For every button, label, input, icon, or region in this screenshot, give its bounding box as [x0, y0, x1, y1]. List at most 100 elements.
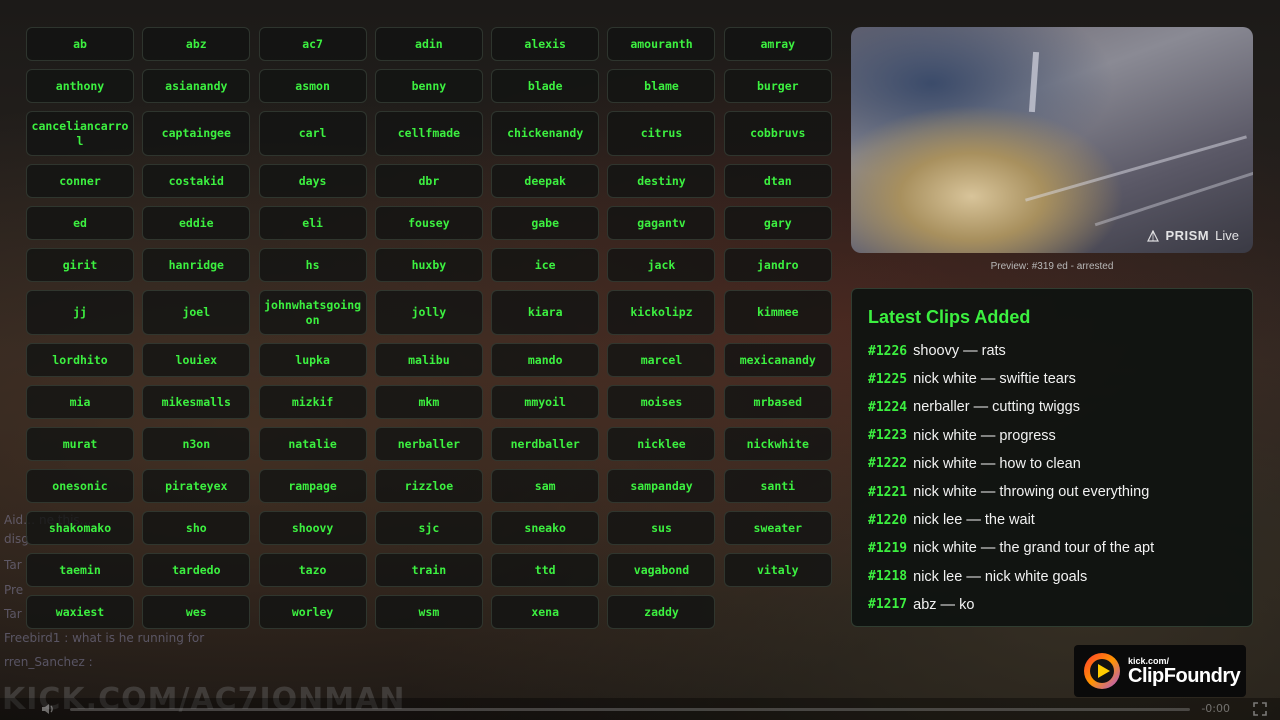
volume-icon[interactable]	[40, 701, 56, 717]
streamer-tile-chickenandy[interactable]: chickenandy	[491, 111, 600, 156]
streamer-tile-ed[interactable]: ed	[26, 206, 134, 240]
streamer-tile-pirateyex[interactable]: pirateyex	[142, 469, 251, 503]
streamer-tile-louiex[interactable]: louiex	[142, 343, 251, 377]
streamer-tile-nickwhite[interactable]: nickwhite	[723, 427, 832, 461]
streamer-tile-waxiest[interactable]: waxiest	[26, 595, 134, 629]
streamer-tile-sneako[interactable]: sneako	[491, 511, 600, 545]
streamer-tile-mrbased[interactable]: mrbased	[723, 385, 832, 419]
streamer-tile-destiny[interactable]: destiny	[607, 164, 716, 198]
streamer-tile-mia[interactable]: mia	[26, 385, 134, 419]
streamer-tile-adin[interactable]: adin	[374, 27, 483, 61]
streamer-tile-malibu[interactable]: malibu	[374, 343, 483, 377]
streamer-tile-rizzloe[interactable]: rizzloe	[374, 469, 483, 503]
streamer-tile-wsm[interactable]: wsm	[374, 595, 483, 629]
streamer-tile-johnwhatsgoingon[interactable]: johnwhatsgoingon	[258, 290, 367, 335]
streamer-tile-murat[interactable]: murat	[26, 427, 134, 461]
streamer-tile-alexis[interactable]: alexis	[491, 27, 600, 61]
streamer-tile-lupka[interactable]: lupka	[258, 343, 367, 377]
streamer-tile-jandro[interactable]: jandro	[723, 248, 832, 282]
streamer-tile-ab[interactable]: ab	[26, 27, 134, 61]
streamer-tile-mikesmalls[interactable]: mikesmalls	[142, 385, 251, 419]
streamer-tile-sampanday[interactable]: sampanday	[607, 469, 716, 503]
clip-preview-video[interactable]: PRISM Live	[851, 27, 1253, 253]
streamer-tile-natalie[interactable]: natalie	[258, 427, 367, 461]
streamer-tile-costakid[interactable]: costakid	[142, 164, 251, 198]
streamer-tile-moises[interactable]: moises	[607, 385, 716, 419]
streamer-tile-cobbruvs[interactable]: cobbruvs	[723, 111, 832, 156]
streamer-tile-ttd[interactable]: ttd	[491, 553, 600, 587]
clip-item[interactable]: #1218 nick lee — nick white goals	[868, 563, 1236, 591]
streamer-tile-deepak[interactable]: deepak	[491, 164, 600, 198]
clip-item[interactable]: #1219 nick white — the grand tour of the …	[868, 534, 1236, 562]
streamer-tile-amouranth[interactable]: amouranth	[607, 27, 716, 61]
streamer-tile-mexicanandy[interactable]: mexicanandy	[723, 343, 832, 377]
streamer-tile-joel[interactable]: joel	[142, 290, 251, 335]
streamer-tile-nicklee[interactable]: nicklee	[607, 427, 716, 461]
streamer-tile-asianandy[interactable]: asianandy	[142, 69, 251, 103]
clip-item[interactable]: #1223 nick white — progress	[868, 422, 1236, 450]
clip-item[interactable]: #1221 nick white — throwing out everythin…	[868, 478, 1236, 506]
clip-item[interactable]: #1226 shoovy — rats	[868, 337, 1236, 365]
streamer-tile-days[interactable]: days	[258, 164, 367, 198]
video-seekbar[interactable]: -0:00	[0, 698, 1280, 720]
streamer-tile-huxby[interactable]: huxby	[374, 248, 483, 282]
streamer-tile-mando[interactable]: mando	[491, 343, 600, 377]
streamer-tile-eli[interactable]: eli	[258, 206, 367, 240]
streamer-tile-amray[interactable]: amray	[723, 27, 832, 61]
streamer-tile-anthony[interactable]: anthony	[26, 69, 134, 103]
streamer-tile-sho[interactable]: sho	[142, 511, 251, 545]
streamer-tile-sam[interactable]: sam	[491, 469, 600, 503]
streamer-tile-taemin[interactable]: taemin	[26, 553, 134, 587]
streamer-tile-citrus[interactable]: citrus	[607, 111, 716, 156]
streamer-tile-worley[interactable]: worley	[258, 595, 367, 629]
streamer-tile-santi[interactable]: santi	[723, 469, 832, 503]
streamer-tile-train[interactable]: train	[374, 553, 483, 587]
streamer-tile-ac7[interactable]: ac7	[258, 27, 367, 61]
streamer-tile-sus[interactable]: sus	[607, 511, 716, 545]
streamer-tile-captaingee[interactable]: captaingee	[142, 111, 251, 156]
streamer-tile-blame[interactable]: blame	[607, 69, 716, 103]
streamer-tile-cellfmade[interactable]: cellfmade	[374, 111, 483, 156]
streamer-tile-nerballer[interactable]: nerballer	[374, 427, 483, 461]
streamer-tile-girit[interactable]: girit	[26, 248, 134, 282]
streamer-tile-zaddy[interactable]: zaddy	[607, 595, 716, 629]
clip-item[interactable]: #1222 nick white — how to clean	[868, 450, 1236, 478]
streamer-tile-gary[interactable]: gary	[723, 206, 832, 240]
streamer-tile-blade[interactable]: blade	[491, 69, 600, 103]
streamer-tile-mkm[interactable]: mkm	[374, 385, 483, 419]
streamer-tile-burger[interactable]: burger	[723, 69, 832, 103]
streamer-tile-kimmee[interactable]: kimmee	[723, 290, 832, 335]
clip-item[interactable]: #1225 nick white — swiftie tears	[868, 365, 1236, 393]
streamer-tile-jack[interactable]: jack	[607, 248, 716, 282]
streamer-tile-marcel[interactable]: marcel	[607, 343, 716, 377]
clip-item[interactable]: #1217 abz — ko	[868, 591, 1236, 619]
streamer-tile-asmon[interactable]: asmon	[258, 69, 367, 103]
streamer-tile-tardedo[interactable]: tardedo	[142, 553, 251, 587]
streamer-tile-xena[interactable]: xena	[491, 595, 600, 629]
streamer-tile-carl[interactable]: carl	[258, 111, 367, 156]
streamer-tile-shoovy[interactable]: shoovy	[258, 511, 367, 545]
streamer-tile-gabe[interactable]: gabe	[491, 206, 600, 240]
streamer-tile-onesonic[interactable]: onesonic	[26, 469, 134, 503]
streamer-tile-n3on[interactable]: n3on	[142, 427, 251, 461]
streamer-tile-kiara[interactable]: kiara	[491, 290, 600, 335]
streamer-tile-gagantv[interactable]: gagantv	[607, 206, 716, 240]
streamer-tile-dtan[interactable]: dtan	[723, 164, 832, 198]
streamer-tile-hs[interactable]: hs	[258, 248, 367, 282]
streamer-tile-mizkif[interactable]: mizkif	[258, 385, 367, 419]
streamer-tile-vagabond[interactable]: vagabond	[607, 553, 716, 587]
streamer-tile-hanridge[interactable]: hanridge	[142, 248, 251, 282]
streamer-tile-nerdballer[interactable]: nerdballer	[491, 427, 600, 461]
streamer-tile-vitaly[interactable]: vitaly	[723, 553, 832, 587]
streamer-tile-rampage[interactable]: rampage	[258, 469, 367, 503]
streamer-tile-wes[interactable]: wes	[142, 595, 251, 629]
streamer-tile-jj[interactable]: jj	[26, 290, 134, 335]
streamer-tile-abz[interactable]: abz	[142, 27, 251, 61]
streamer-tile-fousey[interactable]: fousey	[374, 206, 483, 240]
streamer-tile-conner[interactable]: conner	[26, 164, 134, 198]
streamer-tile-jolly[interactable]: jolly	[374, 290, 483, 335]
streamer-tile-sjc[interactable]: sjc	[374, 511, 483, 545]
streamer-tile-tazo[interactable]: tazo	[258, 553, 367, 587]
streamer-tile-mmyoil[interactable]: mmyoil	[491, 385, 600, 419]
streamer-tile-eddie[interactable]: eddie	[142, 206, 251, 240]
